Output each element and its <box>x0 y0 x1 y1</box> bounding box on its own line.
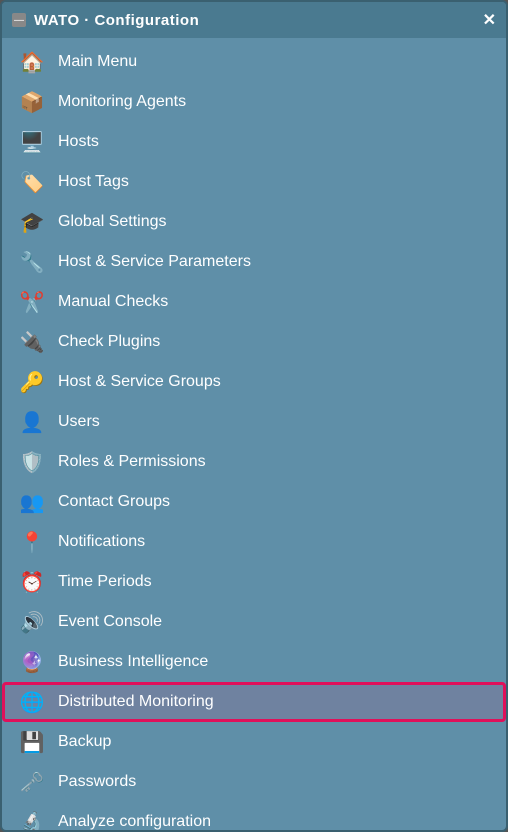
menu-item-global-settings[interactable]: 🎓 Global Settings <box>2 202 506 242</box>
menu-item-main-menu[interactable]: 🏠 Main Menu <box>2 42 506 82</box>
menu-item-distributed-monitoring[interactable]: 🌐 Distributed Monitoring <box>2 682 506 722</box>
menu-item-host-tags[interactable]: 🏷️ Host Tags <box>2 162 506 202</box>
menu-item-event-console[interactable]: 🔊 Event Console <box>2 602 506 642</box>
business-intelligence-label: Business Intelligence <box>58 653 208 671</box>
host-service-groups-label: Host & Service Groups <box>58 373 221 391</box>
menu-item-analyze-config[interactable]: 🔬 Analyze configuration <box>2 802 506 830</box>
menu-list: 🏠 Main Menu 📦 Monitoring Agents 🖥️ Hosts 🏷️ Hos… <box>2 38 506 830</box>
host-service-params-label: Host & Service Parameters <box>58 253 251 271</box>
global-settings-label: Global Settings <box>58 213 167 231</box>
monitoring-agents-label: Monitoring Agents <box>58 93 186 111</box>
menu-item-time-periods[interactable]: ⏰ Time Periods <box>2 562 506 602</box>
title-bar-left: — WATO · Configuration <box>12 12 199 29</box>
time-periods-label: Time Periods <box>58 573 152 591</box>
menu-item-roles-permissions[interactable]: 🛡️ Roles & Permissions <box>2 442 506 482</box>
check-plugins-label: Check Plugins <box>58 333 160 351</box>
event-console-icon: 🔊 <box>18 608 46 636</box>
minimize-button[interactable]: — <box>12 13 26 27</box>
distributed-monitoring-icon: 🌐 <box>18 688 46 716</box>
menu-item-contact-groups[interactable]: 👥 Contact Groups <box>2 482 506 522</box>
analyze-config-label: Analyze configuration <box>58 813 211 830</box>
business-intelligence-icon: 🔮 <box>18 648 46 676</box>
contact-groups-icon: 👥 <box>18 488 46 516</box>
passwords-label: Passwords <box>58 773 136 791</box>
manual-checks-icon: ✂️ <box>18 288 46 316</box>
users-label: Users <box>58 413 100 431</box>
window-title: WATO · Configuration <box>34 12 199 29</box>
menu-item-monitoring-agents[interactable]: 📦 Monitoring Agents <box>2 82 506 122</box>
menu-item-host-service-groups[interactable]: 🔑 Host & Service Groups <box>2 362 506 402</box>
distributed-monitoring-label: Distributed Monitoring <box>58 693 214 711</box>
menu-item-backup[interactable]: 💾 Backup <box>2 722 506 762</box>
manual-checks-label: Manual Checks <box>58 293 168 311</box>
roles-permissions-label: Roles & Permissions <box>58 453 206 471</box>
hosts-label: Hosts <box>58 133 99 151</box>
users-icon: 👤 <box>18 408 46 436</box>
host-service-params-icon: 🔧 <box>18 248 46 276</box>
backup-label: Backup <box>58 733 111 751</box>
menu-item-check-plugins[interactable]: 🔌 Check Plugins <box>2 322 506 362</box>
analyze-config-icon: 🔬 <box>18 808 46 830</box>
check-plugins-icon: 🔌 <box>18 328 46 356</box>
backup-icon: 💾 <box>18 728 46 756</box>
menu-item-host-service-params[interactable]: 🔧 Host & Service Parameters <box>2 242 506 282</box>
main-menu-label: Main Menu <box>58 53 137 71</box>
main-menu-icon: 🏠 <box>18 48 46 76</box>
hosts-icon: 🖥️ <box>18 128 46 156</box>
notifications-icon: 📍 <box>18 528 46 556</box>
global-settings-icon: 🎓 <box>18 208 46 236</box>
monitoring-agents-icon: 📦 <box>18 88 46 116</box>
time-periods-icon: ⏰ <box>18 568 46 596</box>
host-service-groups-icon: 🔑 <box>18 368 46 396</box>
close-button[interactable]: ✕ <box>483 10 496 30</box>
menu-item-manual-checks[interactable]: ✂️ Manual Checks <box>2 282 506 322</box>
host-tags-label: Host Tags <box>58 173 129 191</box>
menu-item-business-intelligence[interactable]: 🔮 Business Intelligence <box>2 642 506 682</box>
notifications-label: Notifications <box>58 533 145 551</box>
event-console-label: Event Console <box>58 613 162 631</box>
menu-item-passwords[interactable]: 🗝️ Passwords <box>2 762 506 802</box>
wato-configuration-window: — WATO · Configuration ✕ 🏠 Main Menu 📦 Moni… <box>0 0 508 832</box>
host-tags-icon: 🏷️ <box>18 168 46 196</box>
passwords-icon: 🗝️ <box>18 768 46 796</box>
menu-item-hosts[interactable]: 🖥️ Hosts <box>2 122 506 162</box>
menu-item-users[interactable]: 👤 Users <box>2 402 506 442</box>
menu-item-notifications[interactable]: 📍 Notifications <box>2 522 506 562</box>
roles-permissions-icon: 🛡️ <box>18 448 46 476</box>
contact-groups-label: Contact Groups <box>58 493 170 511</box>
title-bar: — WATO · Configuration ✕ <box>2 2 506 38</box>
